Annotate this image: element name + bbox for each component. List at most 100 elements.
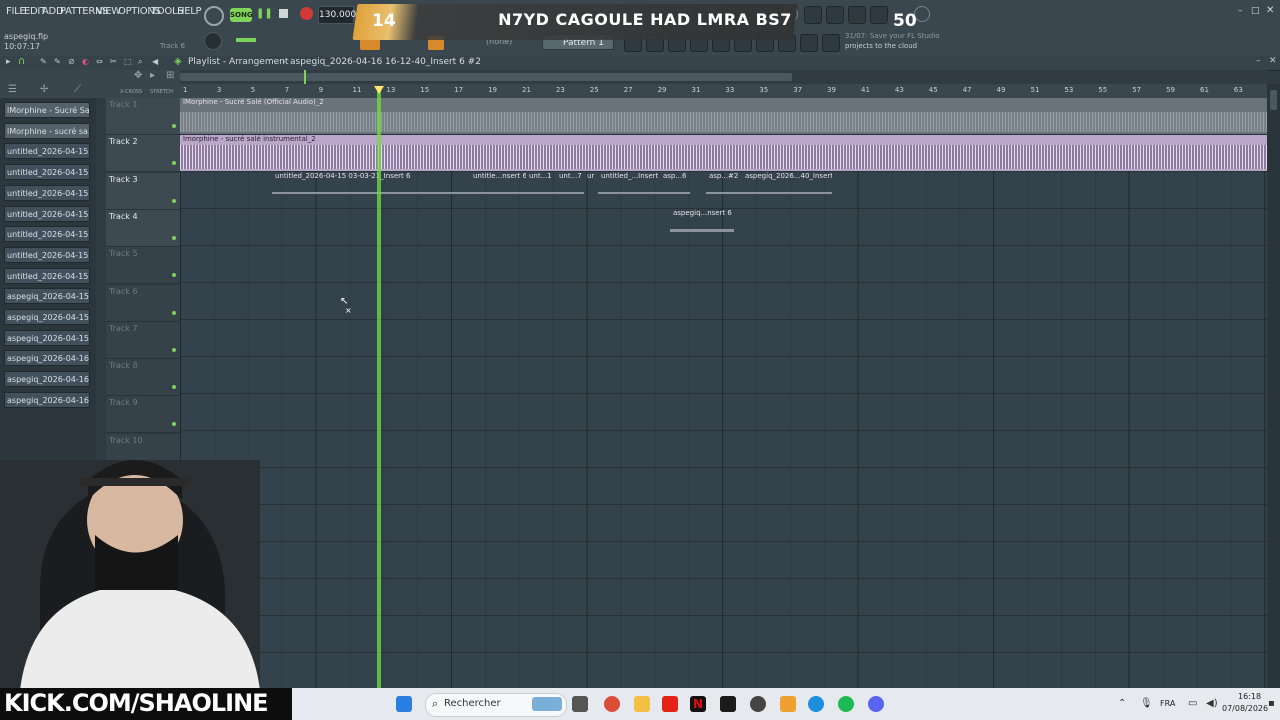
slice-tool-icon[interactable]: ✂ xyxy=(110,57,117,66)
browser-item[interactable]: untitled_2026-04-15 03-... xyxy=(4,246,90,263)
browser-plus-icon[interactable]: ✢ xyxy=(40,84,48,95)
minimize-icon[interactable]: – xyxy=(1238,6,1243,16)
playlist-grid[interactable]: lMorphine - Sucré Salé (Official Audio)_… xyxy=(180,98,1267,688)
track-header[interactable]: Track 9 xyxy=(106,396,180,434)
audio-clip-track3d[interactable]: unt...7 xyxy=(556,172,584,208)
notification-icon[interactable]: ▪ xyxy=(1268,698,1275,709)
track-active-indicator-icon[interactable] xyxy=(172,124,176,128)
save-icon[interactable] xyxy=(870,6,888,24)
browser-item[interactable]: untitled_2026-04-15 03-... xyxy=(4,184,90,201)
zoom-tool-icon[interactable]: ⌕ xyxy=(138,57,142,67)
playhead-line[interactable] xyxy=(377,88,381,688)
browser-item[interactable]: aspegiq_2026-04-16 16-... xyxy=(4,371,90,388)
vertical-scrollbar[interactable] xyxy=(1267,84,1280,688)
playlist-minimize-icon[interactable]: – xyxy=(1256,56,1261,66)
playlist-close-icon[interactable]: ✕ xyxy=(1269,56,1277,66)
obs-icon[interactable] xyxy=(750,696,766,712)
audio-clip-track2[interactable]: lmorphine - sucré salé instrumental_2 xyxy=(180,135,1267,171)
help-icon[interactable] xyxy=(848,6,866,24)
grid-icon[interactable]: ⊞ xyxy=(166,70,174,81)
browser-item[interactable]: aspegiq_2026-04-16 16-... xyxy=(4,391,90,408)
menu-help[interactable]: HELP xyxy=(177,6,202,17)
audio-clip-track3b[interactable]: untitle...nsert 6 xyxy=(470,172,526,208)
cloud-icon[interactable] xyxy=(822,34,840,52)
youtube-icon[interactable] xyxy=(662,696,678,712)
browser-item[interactable]: aspegiq_2026-04-15 03-... xyxy=(4,309,90,325)
browser-item[interactable]: untitled_2026-04-15 03-... xyxy=(4,143,90,160)
timeline-ruler[interactable]: 1 3 5 7 9 11 13 15 17 19 21 23 25 27 29 31 33 35 37 39 41 43 4… xyxy=(180,84,1267,99)
discord-icon[interactable] xyxy=(868,696,884,712)
network-icon[interactable]: ▭ xyxy=(1188,698,1197,709)
playlist-options-icon[interactable]: ▸ xyxy=(6,57,11,67)
slip-tool-icon[interactable]: ⇔ xyxy=(96,57,103,66)
track-header[interactable]: Track 5 xyxy=(106,247,180,285)
track-header[interactable]: Track 7 xyxy=(106,321,180,359)
clock-time[interactable]: 16:18 xyxy=(1238,692,1261,701)
windows-start-icon[interactable] xyxy=(396,696,412,712)
select-tool-icon[interactable]: ⬚ xyxy=(124,57,132,66)
netflix-icon[interactable]: N xyxy=(690,696,706,712)
paint-tool-icon[interactable]: ✎ xyxy=(54,57,61,66)
master-pitch-slider[interactable] xyxy=(236,38,256,42)
mute-tool-icon[interactable]: ◐ xyxy=(82,57,89,66)
close-icon[interactable]: ✕ xyxy=(1266,5,1274,16)
audio-clip-track1[interactable]: lMorphine - Sucré Salé (Official Audio)_… xyxy=(180,98,1267,134)
track-header[interactable]: Track 2 xyxy=(106,135,180,173)
master-knob-icon[interactable] xyxy=(204,6,224,26)
play-icon[interactable]: ❚❚ xyxy=(256,8,273,20)
language-indicator[interactable]: FRA xyxy=(1160,699,1175,708)
volume-knob-icon[interactable] xyxy=(204,32,222,50)
browser-item[interactable]: aspegiq_2026-04-16 16-... xyxy=(4,350,90,367)
track-header[interactable]: Track 4 xyxy=(106,209,180,247)
spotify-icon[interactable] xyxy=(838,696,854,712)
audio-clip-track3a[interactable]: untitled_2026-04-15 03-03-21_Insert 6 xyxy=(272,172,470,208)
menu-file[interactable]: FILE xyxy=(6,6,26,17)
capcut-icon[interactable] xyxy=(720,696,736,712)
performance-icon[interactable]: ▸ xyxy=(150,70,155,81)
browser-item[interactable]: lMorphine - Sucré Sa... xyxy=(4,102,90,118)
audio-clip-track3g[interactable]: asp...6 xyxy=(660,172,690,208)
browser-item[interactable]: aspegiq_2026-04-15 03-... xyxy=(4,329,90,346)
browser-link-icon[interactable]: ⟋ xyxy=(74,84,81,95)
audio-clip-track3c[interactable]: unt...1 xyxy=(526,172,556,208)
track-active-indicator-icon[interactable] xyxy=(172,347,176,352)
delete-tool-icon[interactable]: ⊘ xyxy=(68,57,75,66)
horizontal-scrollbar[interactable] xyxy=(180,70,1267,84)
audio-clip-track3f[interactable]: untitled_...Insert 6 xyxy=(598,172,660,208)
browser-item[interactable]: aspegiq_2026-04-15 03-... xyxy=(4,288,90,305)
playhead-marker-icon[interactable] xyxy=(374,86,384,94)
browser-item[interactable]: lMorphine - sucré sa... xyxy=(4,122,90,139)
edge-icon[interactable] xyxy=(808,696,824,712)
track-active-indicator-icon[interactable] xyxy=(172,161,176,166)
track-active-indicator-icon[interactable] xyxy=(172,422,176,427)
fl-studio-icon[interactable] xyxy=(780,696,796,712)
audio-clip-track3i[interactable]: aspegiq_2026...40_Insert 6 xyxy=(742,172,832,208)
tray-chevron-icon[interactable]: ⌃ xyxy=(1118,698,1126,709)
audio-clip-track4[interactable]: aspegiq...nsert 6 xyxy=(670,209,734,245)
track-active-indicator-icon[interactable] xyxy=(172,198,176,203)
cloud-upload-icon[interactable] xyxy=(800,34,818,52)
browser-item[interactable]: untitled_2026-04-15 03-... xyxy=(4,267,90,284)
track-active-indicator-icon[interactable] xyxy=(172,235,176,240)
track-header[interactable]: Track 6 xyxy=(106,284,180,322)
track-active-indicator-icon[interactable] xyxy=(172,385,176,390)
scrollbar-thumb[interactable] xyxy=(180,73,792,81)
browser-menu-icon[interactable]: ☰ xyxy=(8,84,17,95)
task-view-icon[interactable] xyxy=(572,696,588,712)
browser-item[interactable]: untitled_2026-04-15 03-... xyxy=(4,164,90,181)
speaker-icon[interactable]: ◀ xyxy=(152,57,158,66)
maximize-icon[interactable]: □ xyxy=(1251,6,1260,16)
track-active-indicator-icon[interactable] xyxy=(172,310,176,315)
record-icon[interactable] xyxy=(300,7,313,20)
playlist-breadcrumb[interactable]: aspegiq_2026-04-16 16-12-40_Insert 6 #2 xyxy=(290,57,481,67)
tempo-display[interactable]: 130.000 xyxy=(318,6,356,24)
vertical-scrollbar-thumb[interactable] xyxy=(1270,90,1277,110)
track-header[interactable]: Track 8 xyxy=(106,359,180,397)
draw-tool-icon[interactable]: ✎ xyxy=(40,57,47,66)
mic-tray-icon[interactable]: 🎙 xyxy=(1140,698,1153,709)
audio-clip-track3e[interactable]: ur xyxy=(584,172,598,208)
magnet-icon[interactable]: ∩ xyxy=(18,56,25,67)
clock-date[interactable]: 07/08/2026 xyxy=(1222,704,1268,713)
track-active-indicator-icon[interactable] xyxy=(172,273,176,278)
track-header[interactable]: Track 1 xyxy=(106,98,180,135)
